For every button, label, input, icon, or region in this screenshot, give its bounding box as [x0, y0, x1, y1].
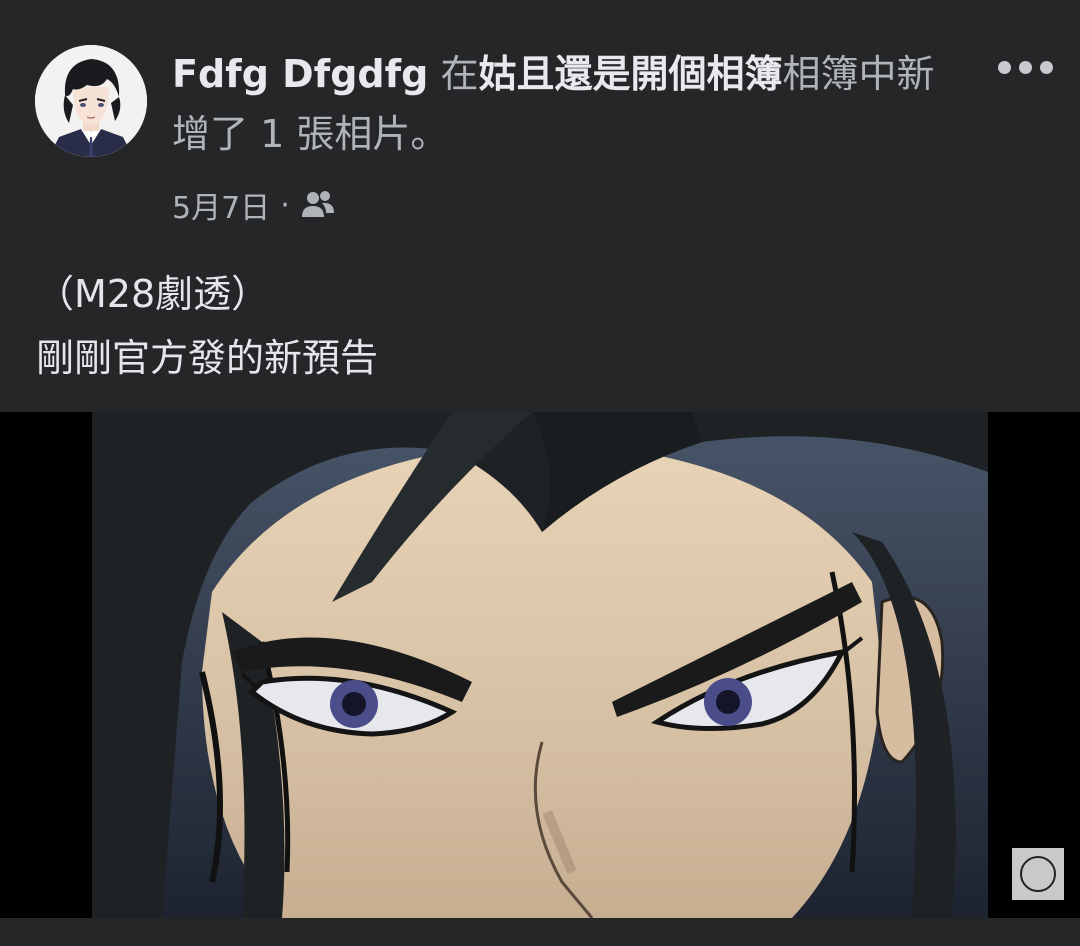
- meta-separator: ·: [280, 187, 290, 223]
- avatar-illustration: [35, 45, 147, 157]
- author-avatar[interactable]: [35, 45, 147, 157]
- post-caption: （M28劇透） 剛剛官方發的新預告: [36, 262, 1046, 390]
- bottom-bar: [0, 918, 1080, 946]
- action-prefix: 在: [440, 52, 479, 96]
- caption-line-2: 剛剛官方發的新預告: [36, 336, 379, 380]
- friends-icon[interactable]: [300, 188, 338, 222]
- post-header: Fdfg Dfgdfg 在姑且還是開個相簿相簿中新增了 1 張相片。: [172, 44, 952, 164]
- more-dots-icon: [997, 60, 1011, 74]
- anime-close-up-image: [92, 412, 988, 918]
- more-dots-icon: [1018, 60, 1032, 74]
- post-card: Fdfg Dfgdfg 在姑且還是開個相簿相簿中新增了 1 張相片。 5月7日 …: [0, 0, 1080, 946]
- post-photo[interactable]: [0, 412, 1080, 918]
- post-date[interactable]: 5月7日: [172, 183, 270, 227]
- album-link[interactable]: 姑且還是開個相簿: [478, 52, 782, 96]
- logo-ring: [1020, 856, 1056, 892]
- toho-logo: [1012, 848, 1064, 900]
- more-options-button[interactable]: [990, 44, 1060, 90]
- author-name[interactable]: Fdfg Dfgdfg: [172, 52, 428, 96]
- more-dots-icon: [1039, 60, 1053, 74]
- post-meta: 5月7日 ·: [172, 182, 338, 228]
- caption-line-1: （M28劇透）: [36, 272, 270, 316]
